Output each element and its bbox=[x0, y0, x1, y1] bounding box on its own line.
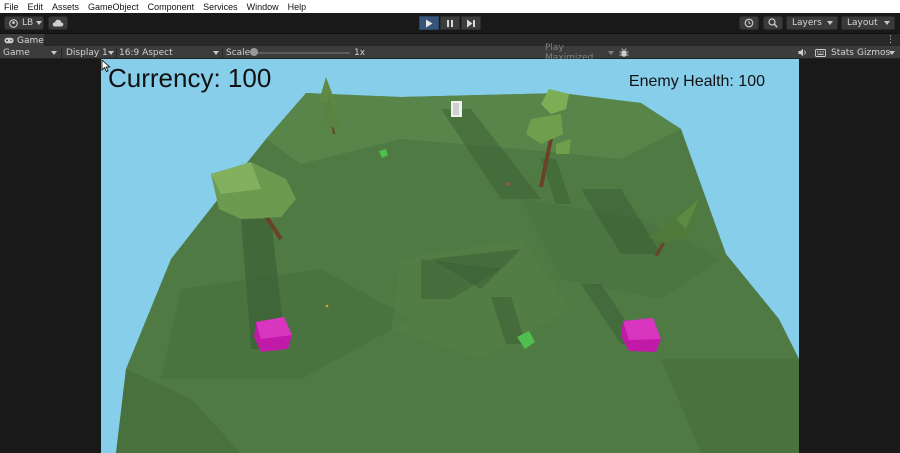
keyboard-icon bbox=[815, 48, 826, 57]
play-icon bbox=[426, 19, 433, 27]
currency-display: Currency: 100 bbox=[108, 63, 272, 93]
layers-label: Layers bbox=[792, 18, 822, 28]
main-toolbar: LB Layers Layout bbox=[0, 13, 900, 33]
account-dropdown[interactable]: LB bbox=[4, 16, 44, 30]
menu-assets[interactable]: Assets bbox=[52, 2, 79, 12]
pause-icon bbox=[447, 19, 453, 27]
chevron-down-icon bbox=[889, 51, 895, 55]
stats-toggle-area[interactable] bbox=[815, 46, 826, 59]
game-mode-dropdown[interactable]: Game bbox=[3, 46, 59, 59]
menu-window[interactable]: Window bbox=[247, 2, 279, 12]
account-icon bbox=[9, 18, 18, 28]
menu-gameobject[interactable]: GameObject bbox=[88, 2, 139, 12]
chevron-down-icon bbox=[108, 51, 114, 55]
audio-toggle[interactable] bbox=[798, 46, 808, 59]
layers-dropdown[interactable]: Layers bbox=[786, 16, 838, 30]
display-label: Display 1 bbox=[66, 47, 108, 58]
mouse-cursor-icon bbox=[101, 59, 111, 73]
history-icon bbox=[744, 18, 754, 28]
step-icon bbox=[467, 19, 475, 27]
chevron-down-icon bbox=[884, 21, 890, 25]
play-mode-dropdown[interactable]: Play Maximized bbox=[545, 43, 614, 63]
chevron-down-icon bbox=[608, 51, 614, 55]
chevron-down-icon bbox=[51, 51, 57, 55]
play-button[interactable] bbox=[419, 16, 439, 30]
search-icon bbox=[768, 18, 778, 28]
menu-file[interactable]: File bbox=[4, 2, 19, 12]
tab-bar: Game ⋮ bbox=[0, 33, 900, 47]
menu-help[interactable]: Help bbox=[288, 2, 307, 12]
aspect-dropdown[interactable]: 16:9 Aspect bbox=[119, 46, 220, 59]
chevron-down-icon bbox=[827, 21, 833, 25]
step-button[interactable] bbox=[461, 16, 481, 30]
menu-bar: File Edit Assets GameObject Component Se… bbox=[0, 0, 900, 13]
aspect-label: 16:9 Aspect bbox=[119, 47, 173, 58]
menu-services[interactable]: Services bbox=[203, 2, 238, 12]
scale-value: 1x bbox=[354, 47, 366, 58]
game-scene bbox=[116, 77, 799, 453]
more-options-icon[interactable]: ⋮ bbox=[886, 35, 895, 46]
pause-button[interactable] bbox=[440, 16, 460, 30]
display-dropdown[interactable]: Display 1 bbox=[66, 46, 114, 59]
cloud-icon bbox=[52, 19, 64, 27]
scale-slider-track[interactable] bbox=[254, 52, 350, 54]
history-button[interactable] bbox=[739, 16, 759, 30]
menu-component[interactable]: Component bbox=[148, 2, 195, 12]
chevron-down-icon bbox=[213, 51, 219, 55]
layout-label: Layout bbox=[847, 18, 878, 28]
account-label: LB bbox=[22, 18, 34, 28]
game-mode-label: Game bbox=[3, 47, 30, 58]
scale-label: Scale bbox=[226, 47, 251, 58]
cloud-button[interactable] bbox=[48, 16, 68, 30]
tab-game-label: Game bbox=[17, 35, 44, 46]
menu-edit[interactable]: Edit bbox=[28, 2, 44, 12]
frame-debugger-button[interactable] bbox=[619, 46, 629, 59]
speaker-icon bbox=[798, 48, 806, 57]
scale-slider-handle[interactable] bbox=[250, 48, 258, 56]
chevron-down-icon bbox=[36, 21, 43, 25]
game-viewport[interactable]: Currency: 100 Enemy Health: 100 bbox=[101, 59, 799, 453]
gizmos-label: Gizmos bbox=[857, 47, 891, 58]
bug-icon bbox=[619, 47, 629, 57]
game-view-toolbar: Game Display 1 16:9 Aspect Scale 1x Play… bbox=[0, 43, 900, 63]
enemy-health-display: Enemy Health: 100 bbox=[628, 73, 765, 90]
layout-dropdown[interactable]: Layout bbox=[841, 16, 895, 30]
gizmos-dropdown[interactable]: Gizmos bbox=[857, 46, 897, 59]
search-button[interactable] bbox=[763, 16, 783, 30]
stats-button[interactable]: Stats bbox=[831, 46, 854, 59]
gamepad-icon bbox=[4, 37, 14, 44]
